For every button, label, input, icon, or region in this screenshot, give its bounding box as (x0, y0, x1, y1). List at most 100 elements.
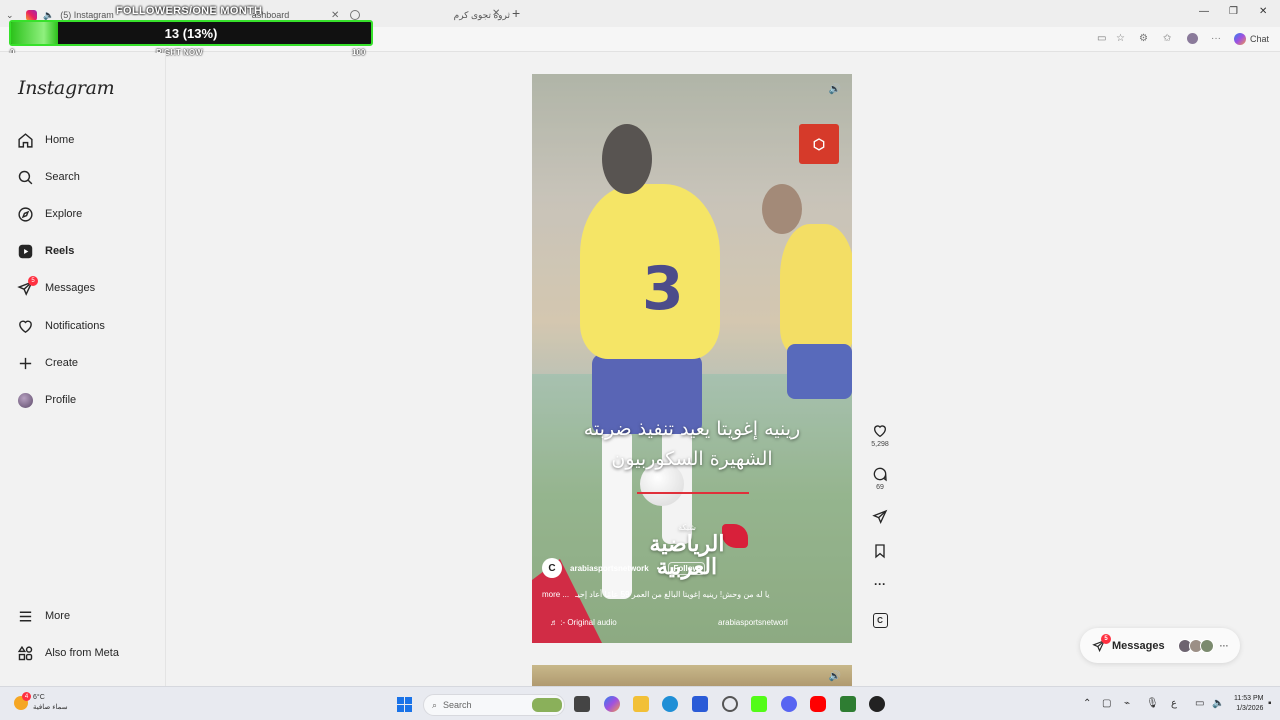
sidebar-item-label: Messages (45, 282, 96, 294)
message-avatars (1177, 638, 1214, 653)
sidebar-item-notifications[interactable]: Notifications (17, 315, 105, 337)
more-options-icon[interactable]: ··· (1211, 33, 1221, 44)
plus-icon (17, 355, 34, 372)
messages-pill[interactable]: 5 Messages ··· (1080, 628, 1240, 663)
sidebar-item-label: Search (45, 171, 80, 183)
comment-count: 69 (876, 484, 884, 491)
taskbar-search[interactable]: ⌕ Search (423, 694, 565, 716)
messenger-icon: 5 (17, 275, 38, 297)
notifications-bell-icon[interactable]: ▪ (1268, 698, 1272, 709)
terminal-icon[interactable] (840, 696, 856, 712)
sidebar-item-search[interactable]: Search (17, 166, 80, 188)
kick-icon[interactable] (751, 696, 767, 712)
windows-start-icon[interactable] (397, 697, 412, 712)
heart-icon (17, 318, 34, 335)
new-tab-button[interactable]: + (512, 5, 520, 21)
sidebar-item-explore[interactable]: Explore (17, 203, 82, 225)
next-reel-preview[interactable]: 🔊 (532, 665, 852, 686)
copilot-chat-button[interactable]: Chat (1234, 33, 1269, 45)
clock-time: 11:53 PM (1234, 695, 1264, 702)
sidebar-item-home[interactable]: Home (17, 129, 74, 151)
chat-label: Chat (1250, 34, 1270, 44)
store-icon[interactable] (692, 696, 708, 712)
tab-instagram-label: (5) Instagram (60, 10, 114, 20)
more-link[interactable]: more ... (542, 590, 569, 599)
sidebar-item-label: Also from Meta (45, 647, 119, 659)
tray-app-icon[interactable]: ▢ (1102, 698, 1111, 709)
sidebar-item-more[interactable]: More (17, 605, 70, 627)
messenger-icon: 5 (1092, 633, 1111, 653)
search-highlight-icon (532, 698, 562, 712)
tray-network-icon[interactable]: ⌁ (1124, 698, 1130, 709)
volume-icon[interactable]: 🔊 (828, 670, 842, 684)
sidebar-item-label: Explore (45, 208, 83, 220)
reel-description: more ... يا له من وحش! رينيه إغويتا البا… (542, 590, 770, 599)
search-icon (17, 169, 34, 186)
file-explorer-icon[interactable] (633, 696, 649, 712)
sidebar-item-messages[interactable]: 5 Messages (17, 275, 96, 299)
speaker-icon[interactable]: 🔈 (43, 10, 54, 21)
progress-value: 13 (13%) (164, 26, 218, 41)
monitor-icon[interactable]: ▭ (1195, 698, 1204, 709)
account-name[interactable]: arabiasportsnetwork (570, 564, 649, 573)
tray-overflow-icon[interactable]: ⌃ (1083, 698, 1091, 709)
weather-badge: 4 (22, 692, 31, 701)
tab-arabic-label: ثروة تجوى كرم (453, 9, 510, 20)
save-button[interactable] (866, 543, 894, 559)
messages-badge: 5 (1101, 633, 1111, 644)
task-view-icon[interactable] (574, 696, 590, 712)
favorites-icon[interactable]: ✩ (1163, 33, 1171, 44)
like-button[interactable]: 5,298 (866, 423, 894, 448)
copilot-icon[interactable] (604, 696, 620, 712)
system-clock[interactable]: 11:53 PM 1/3/2026 (1234, 694, 1263, 714)
audio-account-button[interactable]: C (866, 613, 894, 628)
sidebar-item-profile[interactable]: Profile (17, 389, 76, 411)
microphone-icon[interactable]: 🎙 (1146, 698, 1159, 709)
search-placeholder: Search (443, 700, 472, 710)
account-avatar[interactable]: C (542, 558, 562, 578)
obs-icon[interactable] (722, 696, 738, 712)
description-text: يا له من وحش! رينيه إغويتا البالغ من الع… (575, 590, 770, 599)
volume-icon[interactable]: 🔈 (1212, 698, 1224, 709)
edge-browser-icon[interactable] (662, 696, 678, 712)
original-audio-link[interactable]: ♬ :- Original audio (550, 618, 617, 627)
audio-account[interactable]: arabiasportsnetworl (718, 618, 788, 627)
minimize-icon[interactable]: — (1199, 6, 1209, 17)
close-window-icon[interactable]: ✕ (1259, 6, 1267, 17)
caption-underline (637, 492, 749, 494)
sidebar-item-label: More (45, 610, 71, 622)
follow-button[interactable]: Follow (667, 561, 705, 575)
sidebar-item-also-from-meta[interactable]: Also from Meta (17, 642, 119, 664)
discord-icon[interactable] (781, 696, 797, 712)
app-icon[interactable] (869, 696, 885, 712)
instagram-logo[interactable]: Instagram (18, 77, 115, 99)
more-dots-icon: ··· (1219, 640, 1229, 651)
sidebar-item-label: Profile (45, 394, 77, 406)
clock-date: 1/3/2026 (1236, 705, 1264, 712)
more-dots-icon: ··· (874, 577, 886, 591)
sidebar-item-create[interactable]: Create (17, 352, 78, 374)
separator-dot: • (656, 563, 660, 573)
extensions-icon[interactable]: ⚙ (1139, 33, 1148, 44)
favorite-star-icon[interactable]: ☆ (1116, 33, 1125, 44)
youtube-icon[interactable] (810, 696, 826, 712)
channel-watermark-logo: ⬡ (799, 124, 839, 164)
messages-badge: 5 (28, 275, 38, 286)
bookmark-icon (875, 544, 885, 559)
volume-icon[interactable]: 🔊 (828, 83, 842, 97)
split-screen-icon[interactable]: ▭ (1097, 33, 1106, 44)
share-button[interactable] (866, 509, 894, 525)
reel-author-row: C arabiasportsnetwork • Follow (542, 558, 705, 578)
comment-button[interactable]: 69 (866, 466, 894, 491)
sidebar-item-reels[interactable]: Reels (17, 240, 74, 262)
restore-icon[interactable]: ❐ (1229, 6, 1238, 17)
more-options-button[interactable]: ··· (866, 577, 894, 591)
profile-avatar-icon[interactable] (1187, 33, 1198, 47)
close-tab-icon[interactable]: ✕ (492, 8, 500, 19)
close-tab-icon[interactable]: ✕ (331, 10, 339, 21)
followers-goal-title: FOLLOWERS/ONE MONTH (116, 5, 263, 17)
sidebar-item-label: Reels (45, 245, 75, 257)
reel-video[interactable]: 3 ⬡ 🔊 رينيه إغويتا يعيد تنفيذ ضربته الشه… (532, 74, 852, 643)
weather-widget[interactable]: 4 6°C سماء صافية (14, 692, 68, 713)
language-indicator[interactable]: ع (1171, 698, 1177, 709)
